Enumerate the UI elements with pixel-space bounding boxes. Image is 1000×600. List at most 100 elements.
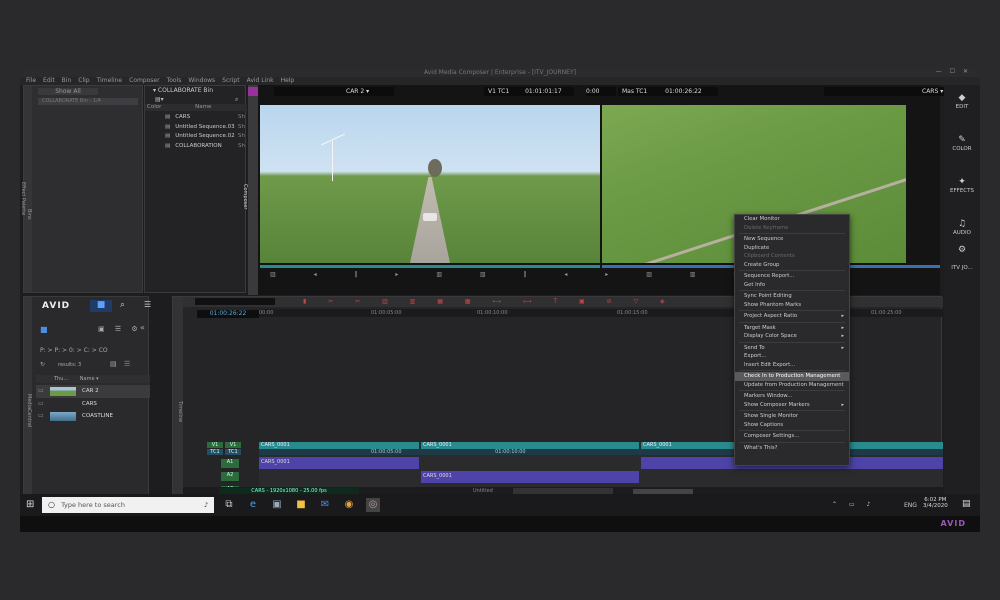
timeline-timecode-box[interactable] — [195, 298, 275, 305]
menu-item-bin[interactable]: Bin — [62, 77, 72, 84]
tc-record-track[interactable]: TC1 — [225, 449, 241, 455]
result-row[interactable]: ▭ CAR 2 — [36, 385, 150, 398]
master-timecode-display[interactable]: Mas TC1 01:00:26:22 — [618, 87, 718, 96]
menu-item-script[interactable]: Script — [222, 77, 239, 84]
video-clip[interactable]: CARS_0001 — [259, 442, 419, 449]
window-controls[interactable]: —☐✕ — [936, 68, 976, 75]
menu-item-clear-monitor[interactable]: Clear Monitor — [735, 215, 849, 224]
menu-item-what-s-this[interactable]: What's This? — [735, 444, 849, 453]
video-clip[interactable]: CARS_0001 — [421, 442, 639, 449]
menu-item-send-to[interactable]: Send To ▸ — [735, 344, 849, 353]
bin-item[interactable]: ▤ CARS Sh — [145, 113, 247, 123]
column-color[interactable]: Color — [147, 104, 161, 110]
bin-item[interactable]: ▤ Untitled Sequence.02 Sh — [145, 132, 247, 142]
menu-item-show-captions[interactable]: Show Captions — [735, 421, 849, 430]
record-track-v1[interactable]: V1 — [225, 442, 241, 448]
source-clip-name[interactable]: CAR 2 — [346, 88, 364, 95]
mail-icon[interactable]: ✉ — [318, 498, 332, 512]
menu-item-clip[interactable]: Clip — [78, 77, 89, 84]
menu-item-sequence-report[interactable]: Sequence Report... — [735, 272, 849, 281]
search-icon[interactable]: ⌕ — [120, 300, 125, 310]
panel-toolbar-icons[interactable]: ▣ ☰ ⚙ — [98, 325, 142, 333]
windows-start-icon[interactable]: ⊞ — [26, 499, 34, 510]
menu-item-composer[interactable]: Composer — [129, 77, 159, 84]
timeline-edit-tools[interactable]: ▮ ✂ ✂ ▥ ▥ ▦ ▦ ⟷ ⟷ T ▣ ⊘ ▽ ◈ — [303, 298, 675, 305]
taskbar-search-input[interactable]: ○ Type here to search ♪ — [42, 497, 214, 513]
bin-search-icon[interactable]: ⌕ — [235, 96, 238, 104]
refresh-icon[interactable]: ↻ — [40, 361, 45, 368]
bin-item[interactable]: ▤ COLLABORATION Sh — [145, 142, 247, 152]
menu-item-create-group[interactable]: Create Group — [735, 261, 849, 270]
edge-browser-icon[interactable]: e — [246, 498, 260, 512]
result-row[interactable]: ▭ COASTLINE — [36, 410, 150, 423]
browse-folder-icon[interactable]: ■ — [40, 325, 48, 334]
audio-clip[interactable]: CARS_0001 — [421, 471, 639, 483]
menu-item-markers-window[interactable]: Markers Window... — [735, 392, 849, 401]
track-button-a2[interactable]: A2 — [221, 472, 239, 481]
menu-item-composer-settings[interactable]: Composer Settings... — [735, 432, 849, 441]
source-monitor-video[interactable] — [260, 105, 600, 263]
timeline-timecode[interactable]: 01:00:26:22 — [197, 310, 259, 318]
media-composer-icon[interactable]: ◎ — [366, 498, 380, 512]
list-icon[interactable]: ☰ — [144, 300, 151, 309]
column-name[interactable]: Name — [80, 376, 95, 382]
menu-item-tools[interactable]: Tools — [167, 77, 182, 84]
menu-item-target-mask[interactable]: Target Mask ▸ — [735, 324, 849, 333]
tab-bins[interactable]: Bins — [26, 136, 32, 292]
chrome-icon[interactable]: ◉ — [342, 498, 356, 512]
folder-icon[interactable]: ■ — [90, 300, 112, 312]
menu-item-insert-edit-export[interactable]: Insert Edit Export... — [735, 361, 849, 370]
store-icon[interactable]: ▣ — [270, 498, 284, 512]
menu-item-show-phantom-marks[interactable]: Show Phantom Marks — [735, 301, 849, 310]
workspace-edit-button[interactable]: ◆ EDIT — [944, 93, 980, 110]
result-row[interactable]: ▭ CARS — [36, 398, 150, 411]
grid-view-icon[interactable]: ▤ — [110, 360, 117, 368]
track-button-v1[interactable]: V1 — [207, 442, 223, 448]
tab-effect-palette[interactable]: Effect Palette — [20, 106, 26, 292]
menu-item-project-aspect-ratio[interactable]: Project Aspect Ratio ▸ — [735, 312, 849, 321]
audio-clip[interactable]: CARS_0001 — [259, 457, 419, 469]
menu-item-duplicate[interactable]: Duplicate — [735, 244, 849, 253]
collapse-panel-icon[interactable]: « — [140, 323, 145, 332]
tc-track-button[interactable]: TC1 — [207, 449, 223, 455]
menu-item-avid-link[interactable]: Avid Link — [247, 77, 274, 84]
input-language[interactable]: ENG — [904, 502, 917, 509]
tab-composer[interactable]: Composer — [242, 99, 248, 295]
source-timecode-display[interactable]: V1 TC1 01:01:01:17 — [484, 87, 574, 96]
microphone-icon[interactable]: ♪ — [204, 497, 208, 513]
menu-item-new-sequence[interactable]: New Sequence — [735, 235, 849, 244]
task-view-icon[interactable]: ⧉ — [222, 498, 236, 512]
menu-item-check-in-to-production-management[interactable]: Check In to Production Management — [735, 372, 849, 381]
track-button-a1[interactable]: A1 — [221, 459, 239, 468]
workspace-itv-jo--button[interactable]: ITV JO... — [944, 265, 980, 271]
menu-item-file[interactable]: File — [26, 77, 36, 84]
bin-item[interactable]: ▤ Untitled Sequence.03 Sh — [145, 123, 247, 133]
menu-item-sync-point-editing[interactable]: Sync Point Editing — [735, 292, 849, 301]
bin-list-item[interactable]: COLLABORATE Bin - 1/4 — [38, 98, 138, 105]
menu-item-show-single-monitor[interactable]: Show Single Monitor — [735, 412, 849, 421]
breadcrumb[interactable]: P: > P: > 0: > C: > CO — [40, 347, 108, 354]
tab-mediacentral[interactable]: MediaCentral — [26, 327, 32, 495]
file-explorer-icon[interactable]: ■ — [294, 498, 308, 512]
workspace-settings-button[interactable]: ⚙ — [944, 245, 980, 256]
column-thumbnail[interactable]: Thu... — [54, 376, 68, 382]
notifications-icon[interactable]: ▤ — [962, 499, 971, 509]
system-tray-icons[interactable]: ⌃ ▭ ♪ — [832, 501, 875, 508]
menu-item-export[interactable]: Export... — [735, 352, 849, 361]
list-view-icon[interactable]: ☰ — [124, 360, 130, 368]
column-name[interactable]: Name — [195, 104, 211, 110]
show-all-dropdown[interactable]: Show All — [38, 88, 98, 95]
menu-item-edit[interactable]: Edit — [43, 77, 55, 84]
record-clip-name[interactable]: CARS — [922, 88, 938, 95]
clock[interactable]: 6:02 PM 3/4/2020 — [923, 497, 948, 509]
menu-item-windows[interactable]: Windows — [188, 77, 215, 84]
workspace-effects-button[interactable]: ✦ EFFECTS — [944, 177, 980, 194]
bin-view-menu-icon[interactable]: ▤▾ — [155, 96, 164, 103]
menu-item-get-info[interactable]: Get Info — [735, 281, 849, 290]
workspace-color-button[interactable]: ✎ COLOR — [944, 135, 980, 152]
workspace-audio-button[interactable]: ♫ AUDIO — [944, 219, 980, 236]
menu-item-display-color-space[interactable]: Display Color Space ▸ — [735, 332, 849, 341]
menu-item-show-composer-markers[interactable]: Show Composer Markers ▸ — [735, 401, 849, 410]
menu-item-timeline[interactable]: Timeline — [97, 77, 123, 84]
source-position-bar[interactable] — [260, 265, 600, 268]
